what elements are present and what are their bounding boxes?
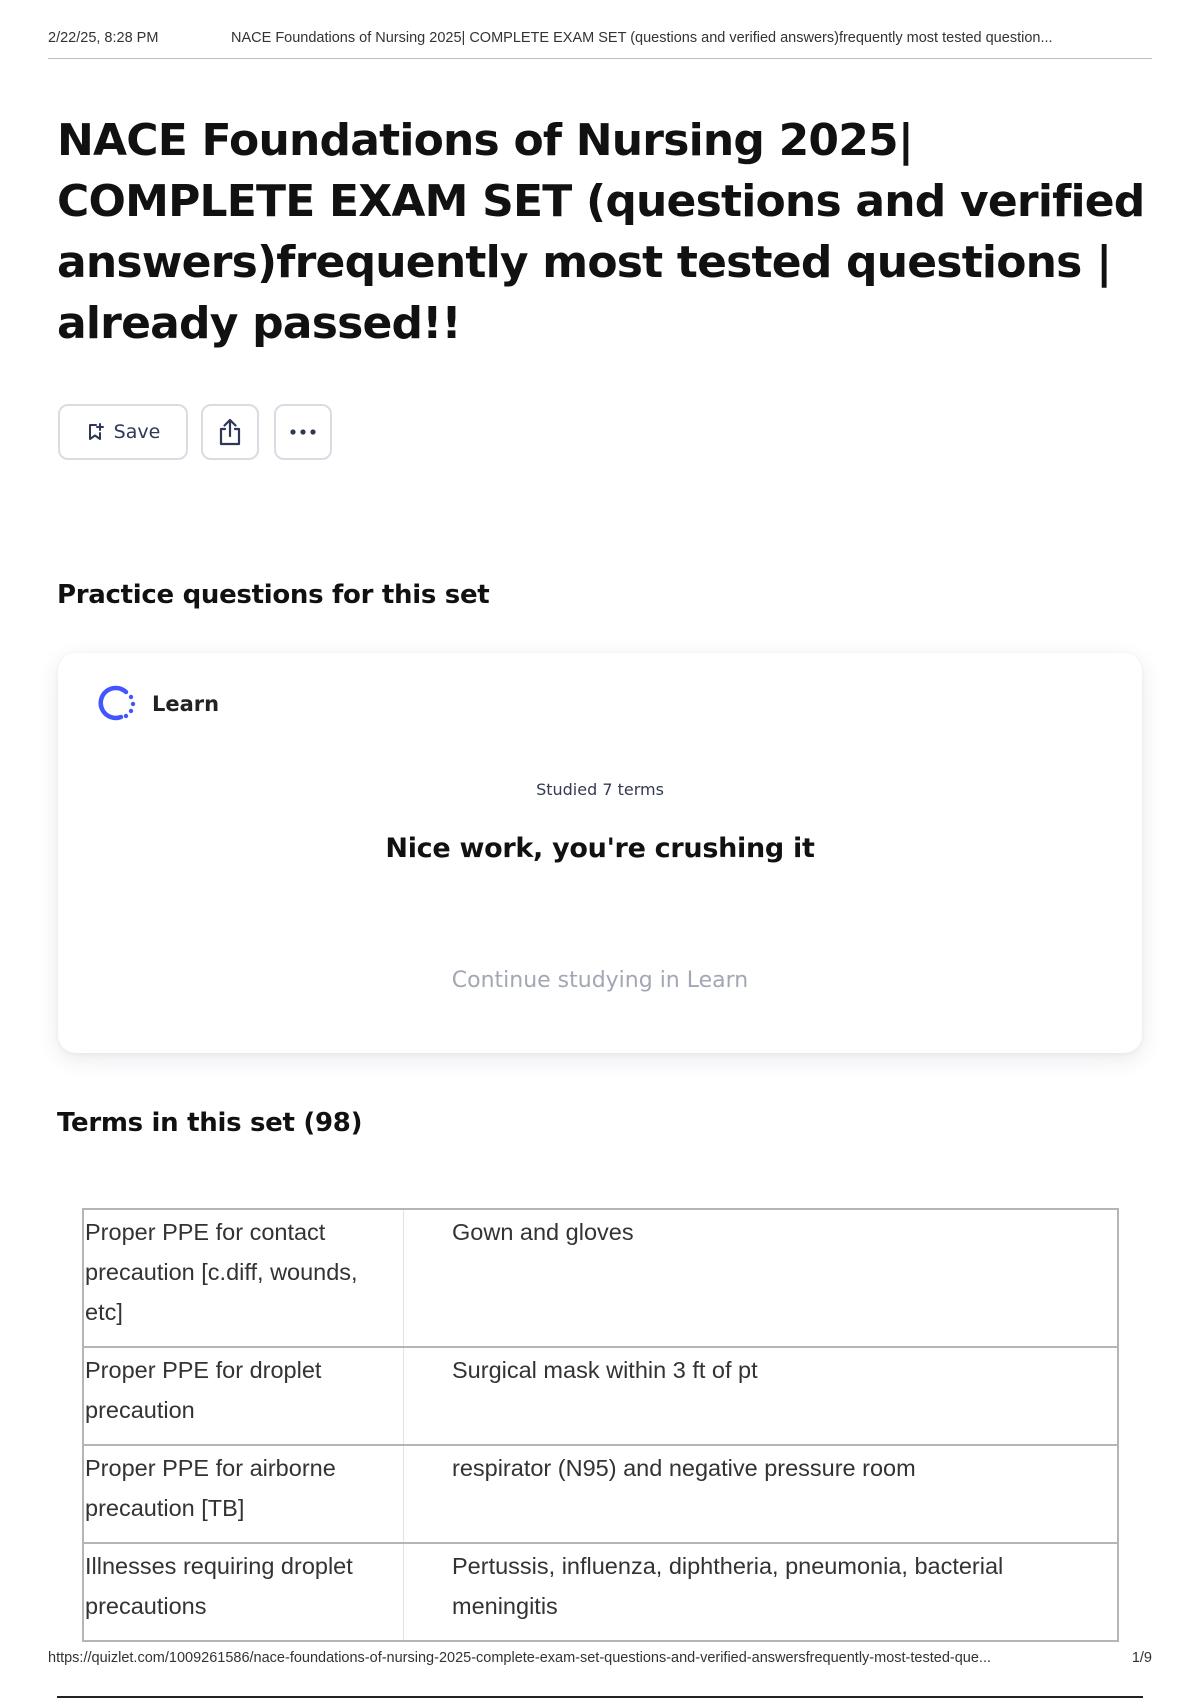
bookmark-add-icon [86, 422, 104, 442]
learn-card[interactable]: Learn Studied 7 terms Nice work, you're … [58, 653, 1142, 1053]
print-url: https://quizlet.com/1009261586/nace-foun… [48, 1650, 991, 1666]
continue-learn-link[interactable]: Continue studying in Learn [58, 968, 1142, 993]
encouragement-message: Nice work, you're crushing it [385, 833, 815, 864]
terms-table: Proper PPE for contact precaution [c.dif… [82, 1208, 1119, 1642]
definition-cell: respirator (N95) and negative pressure r… [403, 1444, 1119, 1544]
more-options-icon [289, 428, 317, 436]
definition-cell: Surgical mask within 3 ft of pt [403, 1346, 1119, 1446]
table-row: Proper PPE for contact precaution [c.dif… [82, 1208, 1119, 1348]
learn-progress-icon [96, 683, 138, 725]
term-cell: Illnesses requiring droplet precautions [82, 1542, 404, 1642]
print-header: 2/22/25, 8:28 PM NACE Foundations of Nur… [48, 28, 1152, 59]
learn-label: Learn [152, 692, 220, 716]
print-page-title: NACE Foundations of Nursing 2025| COMPLE… [231, 30, 1053, 46]
studied-count: Studied 7 terms [536, 780, 664, 799]
definition-cell: Gown and gloves [403, 1208, 1119, 1348]
save-button[interactable]: Save [58, 404, 188, 460]
term-cell: Proper PPE for airborne precaution [TB] [82, 1444, 404, 1544]
practice-heading: Practice questions for this set [57, 580, 490, 610]
page-number: 1/9 [1131, 1650, 1152, 1666]
page-title: NACE Foundations of Nursing 2025| COMPLE… [57, 115, 1145, 349]
definition-cell: Pertussis, influenza, diphtheria, pneumo… [403, 1542, 1119, 1642]
print-datetime: 2/22/25, 8:28 PM [48, 30, 159, 46]
term-cell: Proper PPE for contact precaution [c.dif… [82, 1208, 404, 1348]
share-button[interactable] [201, 404, 259, 460]
table-row: Illnesses requiring droplet precautions … [82, 1542, 1119, 1642]
bottom-divider [57, 1696, 1143, 1698]
more-options-button[interactable] [274, 404, 332, 460]
learn-mode-header: Learn [96, 683, 219, 725]
terms-heading: Terms in this set (98) [57, 1108, 363, 1138]
share-icon [216, 417, 244, 447]
table-row: Proper PPE for droplet precaution Surgic… [82, 1346, 1119, 1446]
table-row: Proper PPE for airborne precaution [TB] … [82, 1444, 1119, 1544]
term-cell: Proper PPE for droplet precaution [82, 1346, 404, 1446]
save-label: Save [113, 421, 161, 443]
